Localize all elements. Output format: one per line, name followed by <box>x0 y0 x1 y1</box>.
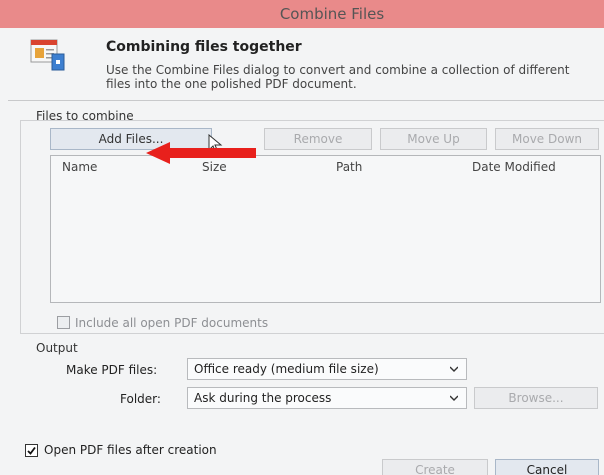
folder-value: Ask during the process <box>194 391 332 405</box>
chevron-down-icon <box>450 395 458 401</box>
open-after-creation-label: Open PDF files after creation <box>44 443 217 457</box>
move-down-button[interactable]: Move Down <box>495 128 599 150</box>
cancel-button[interactable]: Cancel <box>495 459 599 475</box>
files-list[interactable]: Name Size Path Date Modified <box>50 155 601 303</box>
include-open-pdfs-checkbox[interactable] <box>57 316 70 329</box>
output-label: Output <box>36 341 78 355</box>
make-pdf-files-label: Make PDF files: <box>66 363 158 377</box>
column-header-name[interactable]: Name <box>62 160 97 174</box>
header-divider <box>8 100 604 101</box>
column-header-date-modified[interactable]: Date Modified <box>472 160 556 174</box>
title-bar: Combine Files <box>0 0 604 28</box>
window-title: Combine Files <box>279 5 385 23</box>
make-pdf-files-value: Office ready (medium file size) <box>194 362 379 376</box>
dialog-heading: Combining files together <box>106 39 302 55</box>
open-after-creation-checkbox[interactable] <box>25 444 38 457</box>
make-pdf-files-select[interactable]: Office ready (medium file size) <box>187 358 467 380</box>
checkmark-icon <box>27 446 36 455</box>
include-open-pdfs-label: Include all open PDF documents <box>75 316 269 330</box>
dialog-description: Use the Combine Files dialog to convert … <box>106 63 570 91</box>
combine-pdf-icon <box>30 39 65 71</box>
remove-button[interactable]: Remove <box>264 128 372 150</box>
browse-button[interactable]: Browse... <box>474 387 598 409</box>
create-button[interactable]: Create <box>382 459 488 475</box>
move-up-button[interactable]: Move Up <box>380 128 487 150</box>
red-arrow-annotation-icon <box>146 142 256 164</box>
column-header-path[interactable]: Path <box>336 160 362 174</box>
folder-select[interactable]: Ask during the process <box>187 387 467 409</box>
combine-files-dialog: Combine Files Combining files together U… <box>0 0 604 475</box>
folder-label: Folder: <box>120 392 161 406</box>
chevron-down-icon <box>450 366 458 372</box>
